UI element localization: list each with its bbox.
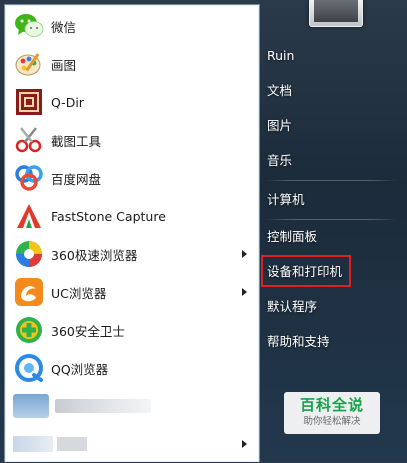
submenu-arrow-icon[interactable] (242, 440, 247, 448)
obscured-program-icon (13, 394, 49, 418)
360-browser-icon (13, 238, 45, 270)
program-label: 百度网盘 (51, 171, 102, 187)
snipping-tool-icon (13, 124, 45, 156)
user-avatar[interactable] (309, 0, 363, 27)
program-label: 微信 (51, 19, 77, 35)
watermark-logo: 百科全说 助你轻松解决 (284, 392, 380, 434)
separator (265, 180, 397, 181)
link-pictures[interactable]: 图片 (267, 112, 292, 140)
360-safe-icon (13, 314, 45, 346)
watermark-subtitle: 助你轻松解决 (303, 416, 361, 427)
obscured-all-programs-label (57, 437, 87, 451)
program-label: Q-Dir (51, 94, 84, 110)
faststone-capture-icon (13, 200, 45, 232)
obscured-program-label (55, 399, 151, 413)
submenu-arrow-icon[interactable] (242, 250, 247, 258)
program-item-faststone-capture[interactable]: FastStone Capture (5, 197, 259, 235)
program-label: UC浏览器 (51, 285, 107, 301)
link-control-panel[interactable]: 控制面板 (267, 223, 317, 251)
link-user-folder[interactable]: Ruin (267, 42, 294, 70)
program-item-qdir[interactable]: Q-Dir (5, 83, 259, 121)
watermark-title: 百科全说 (299, 396, 364, 414)
program-label: 360安全卫士 (51, 323, 125, 339)
highlight-annotation (261, 255, 351, 287)
program-label: 截图工具 (51, 133, 102, 149)
program-item-qq-browser[interactable]: QQ浏览器 (5, 349, 259, 387)
program-item-wechat[interactable]: 微信 (5, 7, 259, 45)
programs-panel: 微信 画图 Q-Dir 截图工具 百度网盘 FastStone Capture … (4, 4, 260, 462)
qdir-icon (13, 86, 45, 118)
program-item-360-safe[interactable]: 360安全卫士 (5, 311, 259, 349)
paint-icon (13, 48, 45, 80)
program-item-obscured[interactable] (5, 387, 259, 425)
program-item-snipping-tool[interactable]: 截图工具 (5, 121, 259, 159)
wechat-icon (13, 10, 45, 42)
obscured-all-programs-icon (13, 436, 53, 452)
qq-browser-icon (13, 352, 45, 384)
program-label: QQ浏览器 (51, 361, 109, 377)
program-label: 360极速浏览器 (51, 247, 138, 263)
separator (265, 219, 397, 220)
program-label: FastStone Capture (51, 208, 166, 224)
program-item-uc-browser[interactable]: UC浏览器 (5, 273, 259, 311)
submenu-arrow-icon[interactable] (242, 288, 247, 296)
all-programs-item[interactable] (5, 425, 259, 463)
uc-browser-icon (13, 276, 45, 308)
program-item-paint[interactable]: 画图 (5, 45, 259, 83)
pinned-programs-list: 微信 画图 Q-Dir 截图工具 百度网盘 FastStone Capture … (5, 5, 259, 463)
link-default-programs[interactable]: 默认程序 (267, 293, 317, 321)
link-documents[interactable]: 文档 (267, 77, 292, 105)
program-item-360-browser[interactable]: 360极速浏览器 (5, 235, 259, 273)
link-music[interactable]: 音乐 (267, 147, 292, 175)
program-label: 画图 (51, 57, 77, 73)
link-computer[interactable]: 计算机 (267, 186, 305, 214)
program-item-baidu-netdisk[interactable]: 百度网盘 (5, 159, 259, 197)
link-help-and-support[interactable]: 帮助和支持 (267, 328, 330, 356)
baidu-netdisk-icon (13, 162, 45, 194)
